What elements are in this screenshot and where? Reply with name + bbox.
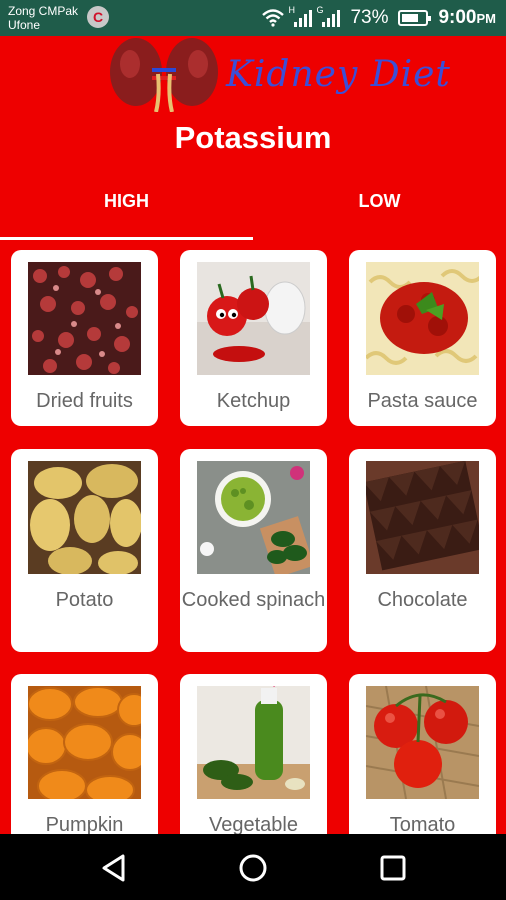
recents-icon[interactable]	[375, 850, 411, 886]
food-label: Pumpkin	[45, 814, 124, 834]
sim1-network-label: H	[288, 5, 295, 15]
app-header: Kidney Diet Potassium	[0, 36, 506, 176]
food-card-ketchup[interactable]: Ketchup	[180, 250, 327, 426]
home-icon[interactable]	[235, 850, 271, 886]
food-label: Ketchup	[216, 390, 291, 412]
food-card-dried-fruits[interactable]: Dried fruits	[11, 250, 158, 426]
clock-time: 9:00	[438, 7, 477, 28]
sim2-network-label: G	[316, 5, 324, 15]
food-label: Pasta sauce	[367, 390, 478, 412]
food-card-chocolate[interactable]: Chocolate	[349, 449, 496, 652]
cooked-spinach-image	[197, 461, 310, 574]
potato-image	[28, 461, 141, 574]
kidney-logo-icon	[110, 38, 218, 112]
food-label: Vegetable	[209, 814, 298, 834]
wifi-icon	[262, 9, 285, 27]
food-card-pasta-sauce[interactable]: Pasta sauce	[349, 250, 496, 426]
battery-icon	[398, 10, 432, 26]
tab-high[interactable]: HIGH	[0, 176, 253, 240]
clock: 9:00PM	[438, 7, 496, 29]
signal-sim2-icon: G	[316, 5, 341, 27]
notification-icon: C	[87, 6, 109, 28]
tab-low[interactable]: LOW	[253, 176, 506, 240]
chocolate-image	[366, 461, 479, 574]
food-label: Potato	[55, 589, 114, 611]
tomato-image	[366, 686, 479, 799]
food-card-vegetable[interactable]: Vegetable	[180, 674, 327, 834]
clock-suffix: PM	[476, 11, 497, 26]
page-title: Potassium	[174, 120, 332, 155]
food-label: Dried fruits	[36, 390, 133, 412]
food-label: Cooked spinach	[181, 589, 326, 611]
food-card-potato[interactable]: Potato	[11, 449, 158, 652]
dried-fruits-image	[28, 262, 141, 375]
food-label: Chocolate	[377, 589, 468, 611]
tab-bar: HIGH LOW	[0, 176, 506, 240]
status-bar: Zong CMPak Ufone C H G 73% 9:00PM	[0, 0, 506, 36]
carrier-info: Zong CMPak Ufone	[8, 4, 78, 32]
pasta-sauce-image	[366, 262, 479, 375]
status-icons: H G 73% 9:00PM	[262, 5, 496, 30]
carrier-line-1: Zong CMPak	[8, 4, 79, 18]
food-card-cooked-spinach[interactable]: Cooked spinach	[180, 449, 327, 652]
signal-sim1-icon: H	[288, 5, 313, 27]
ketchup-image	[197, 262, 310, 375]
app-title: Kidney Diet	[226, 54, 451, 95]
food-card-pumpkin[interactable]: Pumpkin	[11, 674, 158, 834]
pumpkin-image	[28, 686, 141, 799]
back-icon[interactable]	[96, 850, 132, 886]
system-nav-bar	[0, 834, 506, 900]
food-label: Tomato	[389, 814, 456, 834]
food-card-tomato[interactable]: Tomato	[349, 674, 496, 834]
food-grid: Dried fruits Ketchup Pasta sauce Potato …	[0, 240, 506, 834]
vegetable-juice-image	[197, 686, 310, 799]
carrier-line-2: Ufone	[8, 18, 41, 32]
battery-percent: 73%	[350, 7, 389, 28]
